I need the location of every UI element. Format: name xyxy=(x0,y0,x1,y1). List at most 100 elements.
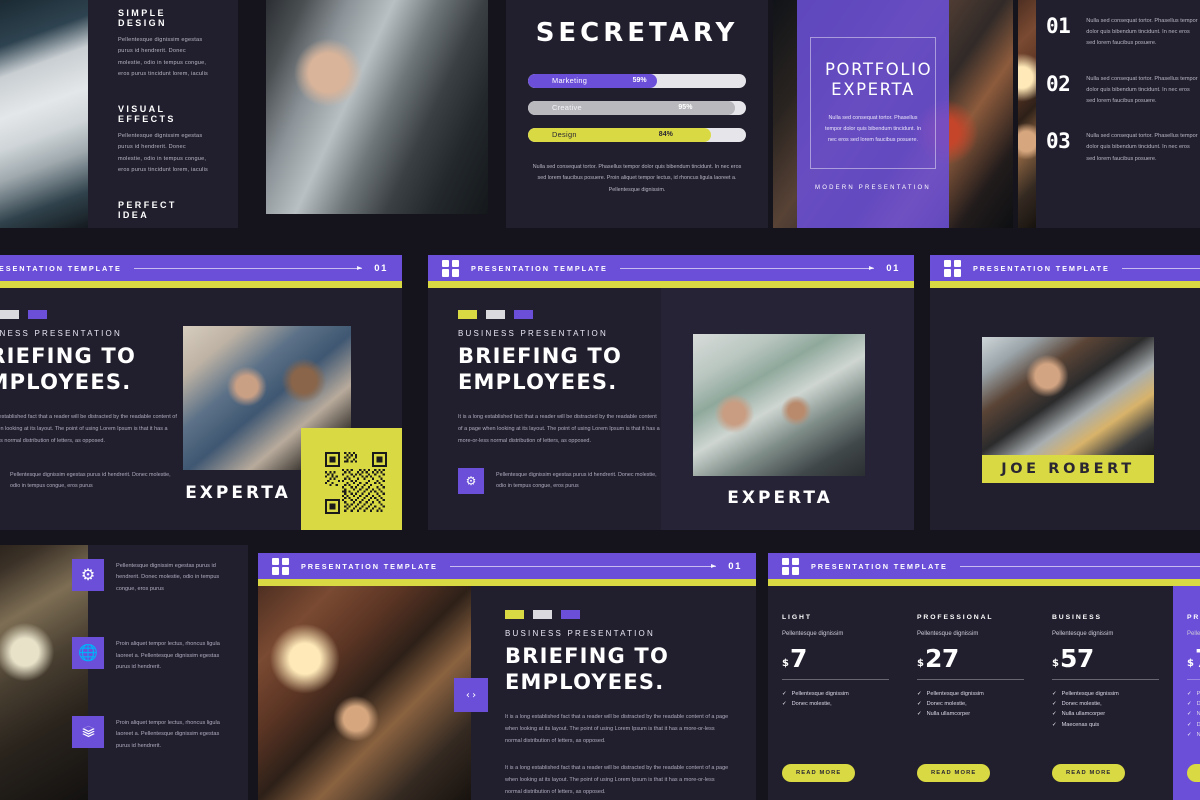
check-icon: ✓ xyxy=(1052,711,1057,718)
plan-feature: ✓ Donec molestie, xyxy=(782,699,889,709)
icon-list-text: Proin aliquet tempor lectus, rhoncus lig… xyxy=(116,641,220,671)
swatch-yellow xyxy=(458,310,477,319)
slide-briefing-cafe[interactable]: PRESENTATION TEMPLATE 01 ‹› BUSINESS PRE… xyxy=(258,553,756,800)
plan-feature: ✓ Donec molestie, xyxy=(1187,699,1200,709)
slide-header-bar: PRESENTATION TEMPLATE 01 xyxy=(428,255,914,281)
plan-feature-label: Donec molestie, xyxy=(1196,721,1200,728)
slide-briefing-qr[interactable]: PRESENTATION TEMPLATE 01 BUSINESS PRESEN… xyxy=(0,255,402,530)
slide-features[interactable]: SIMPLE DESIGN Pellentesque dignissim ege… xyxy=(0,0,238,228)
feature-body: Pellentesque dignissim egestas purus id … xyxy=(118,227,208,228)
read-more-button[interactable]: READ MORE xyxy=(1187,764,1200,782)
slide-heading-line2: EMPLOYEES. xyxy=(0,369,132,394)
skill-bar-creative[interactable]: Creative 95% xyxy=(528,101,746,115)
team-member-name: JOE ROBERT xyxy=(982,455,1154,483)
header-underline xyxy=(930,281,1200,288)
skill-percent: 59% xyxy=(632,77,647,84)
plan-feature: ✓ Pellentesque dignissim xyxy=(917,689,1024,699)
plan-feature: ✓ Donec molestie, xyxy=(1187,720,1200,730)
check-icon: ✓ xyxy=(917,711,922,718)
layers-icon xyxy=(72,715,104,748)
header-rule xyxy=(959,565,1200,567)
photo-glass-meeting xyxy=(693,334,866,476)
divider xyxy=(1052,678,1159,680)
plan-feature-label: Pellentesque dignissim xyxy=(1196,690,1200,697)
slide-pricing[interactable]: PRESENTATION TEMPLATE 01 LIGHT Pellentes… xyxy=(768,553,1200,800)
numbered-body: Nulla sed consequat tortor. Phasellus te… xyxy=(1086,75,1198,104)
skill-bar-design[interactable]: Design 84% xyxy=(528,128,746,142)
plan-feature-label: Pellentesque dignissim xyxy=(791,690,849,697)
grid-logo-icon xyxy=(944,259,961,277)
qr-code-svg xyxy=(325,452,388,514)
slide-heading-line2: EMPLOYEES. xyxy=(458,369,618,394)
numbered-item: 01 Nulla sed consequat tortor. Phasellus… xyxy=(1046,16,1200,50)
slide-icon-list[interactable]: ⚙ Pellentesque dignissim egestas purus i… xyxy=(0,545,248,800)
slide-header-title: PRESENTATION TEMPLATE xyxy=(811,561,948,571)
feature-item: VISUAL EFFECTS Pellentesque dignissim eg… xyxy=(118,104,208,177)
swatch-purple xyxy=(561,610,580,619)
slide-team-member[interactable]: PRESENTATION TEMPLATE JOE ROBERT xyxy=(930,255,1200,530)
slide-heading-line2: EMPLOYEES. xyxy=(505,669,665,694)
plan-feature: ✓ Nulla ullamcorper xyxy=(917,709,1024,719)
feature-heading: VISUAL EFFECTS xyxy=(118,103,176,124)
plan-feature-label: Donec molestie, xyxy=(791,701,832,708)
plan-name: LIGHT xyxy=(782,614,812,621)
slide-header-title: PRESENTATION TEMPLATE xyxy=(0,263,122,273)
plan-feature-list: ✓ Pellentesque dignissim ✓ Donec molestie,… xyxy=(1052,689,1159,730)
icon-list-item: Proin aliquet tempor lectus, rhoncus lig… xyxy=(72,715,234,752)
photo-woman-at-desk xyxy=(266,0,488,214)
skill-percent: 95% xyxy=(678,104,693,111)
portfolio-subtitle: MODERN PRESENTATION xyxy=(815,184,931,191)
slide-caption: EXPERTA xyxy=(185,483,291,503)
slide-photo-office[interactable] xyxy=(243,0,488,228)
plan-feature: ✓ Nulla ullamcorper xyxy=(1187,709,1200,719)
code-icon: ‹› xyxy=(454,678,488,712)
check-icon: ✓ xyxy=(1052,701,1057,708)
slide-briefing-center[interactable]: PRESENTATION TEMPLATE 01 BUSINESS PRESEN… xyxy=(428,255,914,530)
plan-amount: 7 xyxy=(789,644,807,673)
plan-currency: $ xyxy=(1187,657,1194,669)
pricing-card-business[interactable]: BUSINESS Pellentesque dignissim $ 57 ✓ Pe… xyxy=(1038,586,1173,800)
read-more-button[interactable]: READ MORE xyxy=(1052,764,1126,782)
slide-header-bar: PRESENTATION TEMPLATE 01 xyxy=(0,255,402,281)
check-icon: ✓ xyxy=(1187,690,1192,697)
grid-logo-icon xyxy=(442,259,459,277)
check-icon: ✓ xyxy=(1187,721,1192,728)
plan-amount: 78 xyxy=(1195,646,1200,671)
plan-feature-label: Nulla ullamcorper xyxy=(1196,711,1200,718)
pricing-card-professional[interactable]: PROFESSIONAL Pellentesque dignissim $ 27… xyxy=(903,586,1038,800)
plan-feature: ✓ Nulla ullamcorper xyxy=(1052,709,1159,719)
slide-caption: EXPERTA xyxy=(727,488,833,508)
slide-number: 01 xyxy=(374,262,388,274)
plan-feature: ✓ Donec molestie, xyxy=(917,699,1024,709)
swatch-row xyxy=(458,310,661,319)
numbered-index: 03 xyxy=(1046,129,1071,154)
grid-logo-icon xyxy=(782,557,799,575)
pricing-card-light[interactable]: LIGHT Pellentesque dignissim $ 7 ✓ Pellen… xyxy=(768,586,903,800)
feature-item: SIMPLE DESIGN Pellentesque dignissim ege… xyxy=(118,8,208,81)
pricing-card-pro[interactable]: PRO Pellentesque dignissim $ 78 ✓ Pellent… xyxy=(1173,586,1200,800)
skill-percent: 84% xyxy=(658,131,673,138)
slide-secretary[interactable]: SECRETARY Marketing 59% Creative 95% Des… xyxy=(506,0,768,228)
screenshot-stage: SIMPLE DESIGN Pellentesque dignissim ege… xyxy=(0,0,1200,800)
swatch-purple xyxy=(28,310,47,319)
swatch-row xyxy=(0,310,181,319)
read-more-button[interactable]: READ MORE xyxy=(782,764,856,782)
plan-price: $ 27 xyxy=(917,646,1024,671)
numbered-item: 02 Nulla sed consequat tortor. Phasellus… xyxy=(1046,73,1200,108)
portfolio-heading-line1: PORTFOLIO xyxy=(825,60,933,80)
divider xyxy=(782,678,889,680)
read-more-button[interactable]: READ MORE xyxy=(917,764,991,782)
slide-numbered-list[interactable]: 01 Nulla sed consequat tortor. Phasellus… xyxy=(1018,0,1200,228)
slide-portfolio[interactable]: PORTFOLIO EXPERTA Nulla sed consequat to… xyxy=(773,0,1013,228)
icon-list-item: 🌐 Proin aliquet tempor lectus, rhoncus l… xyxy=(72,637,234,673)
check-icon: ✓ xyxy=(917,701,922,708)
swatch-gray xyxy=(486,310,505,319)
check-icon: ✓ xyxy=(782,690,787,697)
plan-subtitle: Pellentesque dignissim xyxy=(917,631,979,637)
skill-bar-marketing[interactable]: Marketing 59% xyxy=(528,74,746,88)
swatch-gray xyxy=(533,610,552,619)
plan-feature-label: Pellentesque dignissim xyxy=(1061,690,1119,697)
plan-feature-label: Nulla ullamcorper xyxy=(926,711,971,718)
qr-code[interactable] xyxy=(301,428,402,530)
photo-cafe-group xyxy=(258,586,471,800)
